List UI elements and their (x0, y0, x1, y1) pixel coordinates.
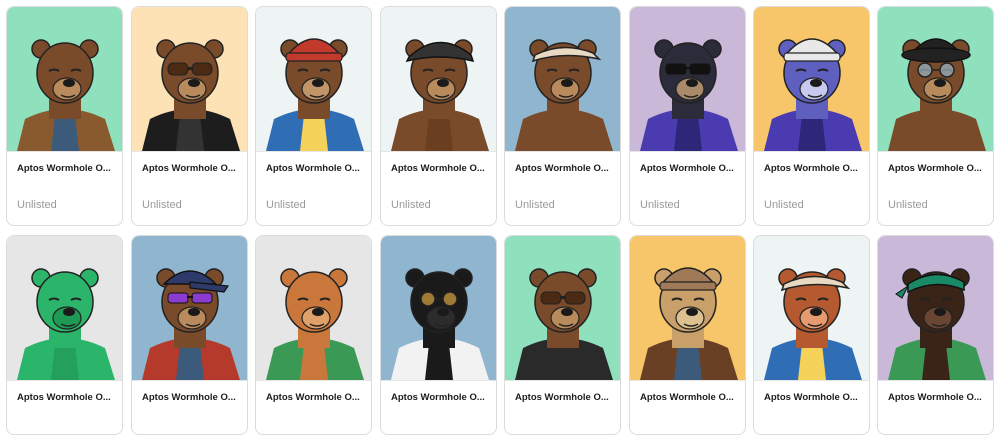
nft-card[interactable]: Aptos Wormhole O... (131, 235, 248, 435)
nft-card[interactable]: Aptos Wormhole O... (380, 235, 497, 435)
nft-card-info: Aptos Wormhole O... (878, 380, 993, 403)
nft-listing-status: Unlisted (17, 199, 57, 211)
nft-listing-status: Unlisted (142, 199, 182, 211)
nft-card-info: Aptos Wormhole O... Unlisted (630, 151, 745, 211)
bear-avatar-image (888, 268, 986, 380)
nft-thumbnail[interactable] (505, 236, 620, 380)
nft-thumbnail[interactable] (630, 7, 745, 151)
nft-card[interactable]: Aptos Wormhole O... Unlisted (877, 6, 994, 226)
nft-card[interactable]: Aptos Wormhole O... (255, 235, 372, 435)
nft-title[interactable]: Aptos Wormhole O... (640, 163, 735, 174)
nft-card[interactable]: Aptos Wormhole O... Unlisted (131, 6, 248, 226)
nft-title[interactable]: Aptos Wormhole O... (515, 392, 610, 403)
nft-card[interactable]: Aptos Wormhole O... Unlisted (6, 6, 123, 226)
nft-title[interactable]: Aptos Wormhole O... (266, 392, 361, 403)
bear-avatar-image (640, 267, 738, 380)
nft-title[interactable]: Aptos Wormhole O... (640, 392, 735, 403)
bear-avatar-image (515, 268, 613, 380)
nft-card-info: Aptos Wormhole O... (7, 380, 122, 403)
nft-card[interactable]: Aptos Wormhole O... (877, 235, 994, 435)
nft-title[interactable]: Aptos Wormhole O... (391, 163, 486, 174)
nft-listing-status: Unlisted (764, 199, 804, 211)
bear-avatar-image (640, 39, 738, 151)
nft-card[interactable]: Aptos Wormhole O... Unlisted (255, 6, 372, 226)
nft-thumbnail[interactable] (630, 236, 745, 380)
nft-title[interactable]: Aptos Wormhole O... (142, 163, 237, 174)
nft-title[interactable]: Aptos Wormhole O... (391, 392, 486, 403)
nft-thumbnail[interactable] (381, 7, 496, 151)
nft-thumbnail[interactable] (754, 7, 869, 151)
bear-avatar-image (266, 38, 364, 151)
bear-avatar-image (764, 268, 862, 380)
bear-avatar-image (266, 268, 364, 380)
nft-listing-status: Unlisted (515, 199, 555, 211)
nft-thumbnail[interactable] (505, 7, 620, 151)
nft-title[interactable]: Aptos Wormhole O... (17, 392, 112, 403)
nft-card[interactable]: Aptos Wormhole O... (629, 235, 746, 435)
nft-card-info: Aptos Wormhole O... Unlisted (7, 151, 122, 211)
nft-thumbnail[interactable] (132, 7, 247, 151)
nft-thumbnail[interactable] (132, 236, 247, 380)
nft-thumbnail[interactable] (381, 236, 496, 380)
nft-card-info: Aptos Wormhole O... (132, 380, 247, 403)
bear-avatar-image (391, 39, 489, 151)
nft-thumbnail[interactable] (754, 236, 869, 380)
bear-avatar-image (888, 38, 986, 151)
nft-card-info: Aptos Wormhole O... (630, 380, 745, 403)
nft-card-info: Aptos Wormhole O... Unlisted (381, 151, 496, 211)
nft-thumbnail[interactable] (878, 7, 993, 151)
nft-card[interactable]: Aptos Wormhole O... Unlisted (629, 6, 746, 226)
bear-avatar-image (17, 268, 115, 380)
nft-title[interactable]: Aptos Wormhole O... (266, 163, 361, 174)
bear-avatar-image (391, 268, 489, 380)
nft-card-info: Aptos Wormhole O... (381, 380, 496, 403)
nft-thumbnail[interactable] (256, 236, 371, 380)
nft-title[interactable]: Aptos Wormhole O... (764, 392, 859, 403)
nft-card-info: Aptos Wormhole O... Unlisted (132, 151, 247, 211)
nft-card-info: Aptos Wormhole O... Unlisted (878, 151, 993, 211)
nft-card[interactable]: Aptos Wormhole O... (753, 235, 870, 435)
nft-thumbnail[interactable] (256, 7, 371, 151)
nft-title[interactable]: Aptos Wormhole O... (515, 163, 610, 174)
bear-avatar-image (142, 268, 240, 380)
nft-thumbnail[interactable] (7, 236, 122, 380)
nft-listing-status: Unlisted (391, 199, 431, 211)
nft-listing-status: Unlisted (888, 199, 928, 211)
nft-title[interactable]: Aptos Wormhole O... (888, 163, 983, 174)
nft-listing-status: Unlisted (640, 199, 680, 211)
nft-title[interactable]: Aptos Wormhole O... (142, 392, 237, 403)
nft-card-info: Aptos Wormhole O... Unlisted (256, 151, 371, 211)
nft-card[interactable]: Aptos Wormhole O... Unlisted (380, 6, 497, 226)
nft-card-info: Aptos Wormhole O... (754, 380, 869, 403)
bear-avatar-image (17, 39, 115, 151)
nft-thumbnail[interactable] (7, 7, 122, 151)
nft-card[interactable]: Aptos Wormhole O... Unlisted (504, 6, 621, 226)
nft-title[interactable]: Aptos Wormhole O... (17, 163, 112, 174)
nft-title[interactable]: Aptos Wormhole O... (764, 163, 859, 174)
nft-card-info: Aptos Wormhole O... Unlisted (505, 151, 620, 211)
bear-avatar-image (764, 38, 862, 151)
nft-card[interactable]: Aptos Wormhole O... (6, 235, 123, 435)
nft-card[interactable]: Aptos Wormhole O... Unlisted (753, 6, 870, 226)
bear-avatar-image (142, 39, 240, 151)
bear-avatar-image (515, 39, 613, 151)
nft-card[interactable]: Aptos Wormhole O... (504, 235, 621, 435)
nft-card-info: Aptos Wormhole O... (505, 380, 620, 403)
nft-listing-status: Unlisted (266, 199, 306, 211)
nft-title[interactable]: Aptos Wormhole O... (888, 392, 983, 403)
nft-grid: Aptos Wormhole O... Unlisted Aptos Wormhol… (0, 0, 1000, 435)
nft-card-info: Aptos Wormhole O... Unlisted (754, 151, 869, 211)
nft-card-info: Aptos Wormhole O... (256, 380, 371, 403)
nft-thumbnail[interactable] (878, 236, 993, 380)
